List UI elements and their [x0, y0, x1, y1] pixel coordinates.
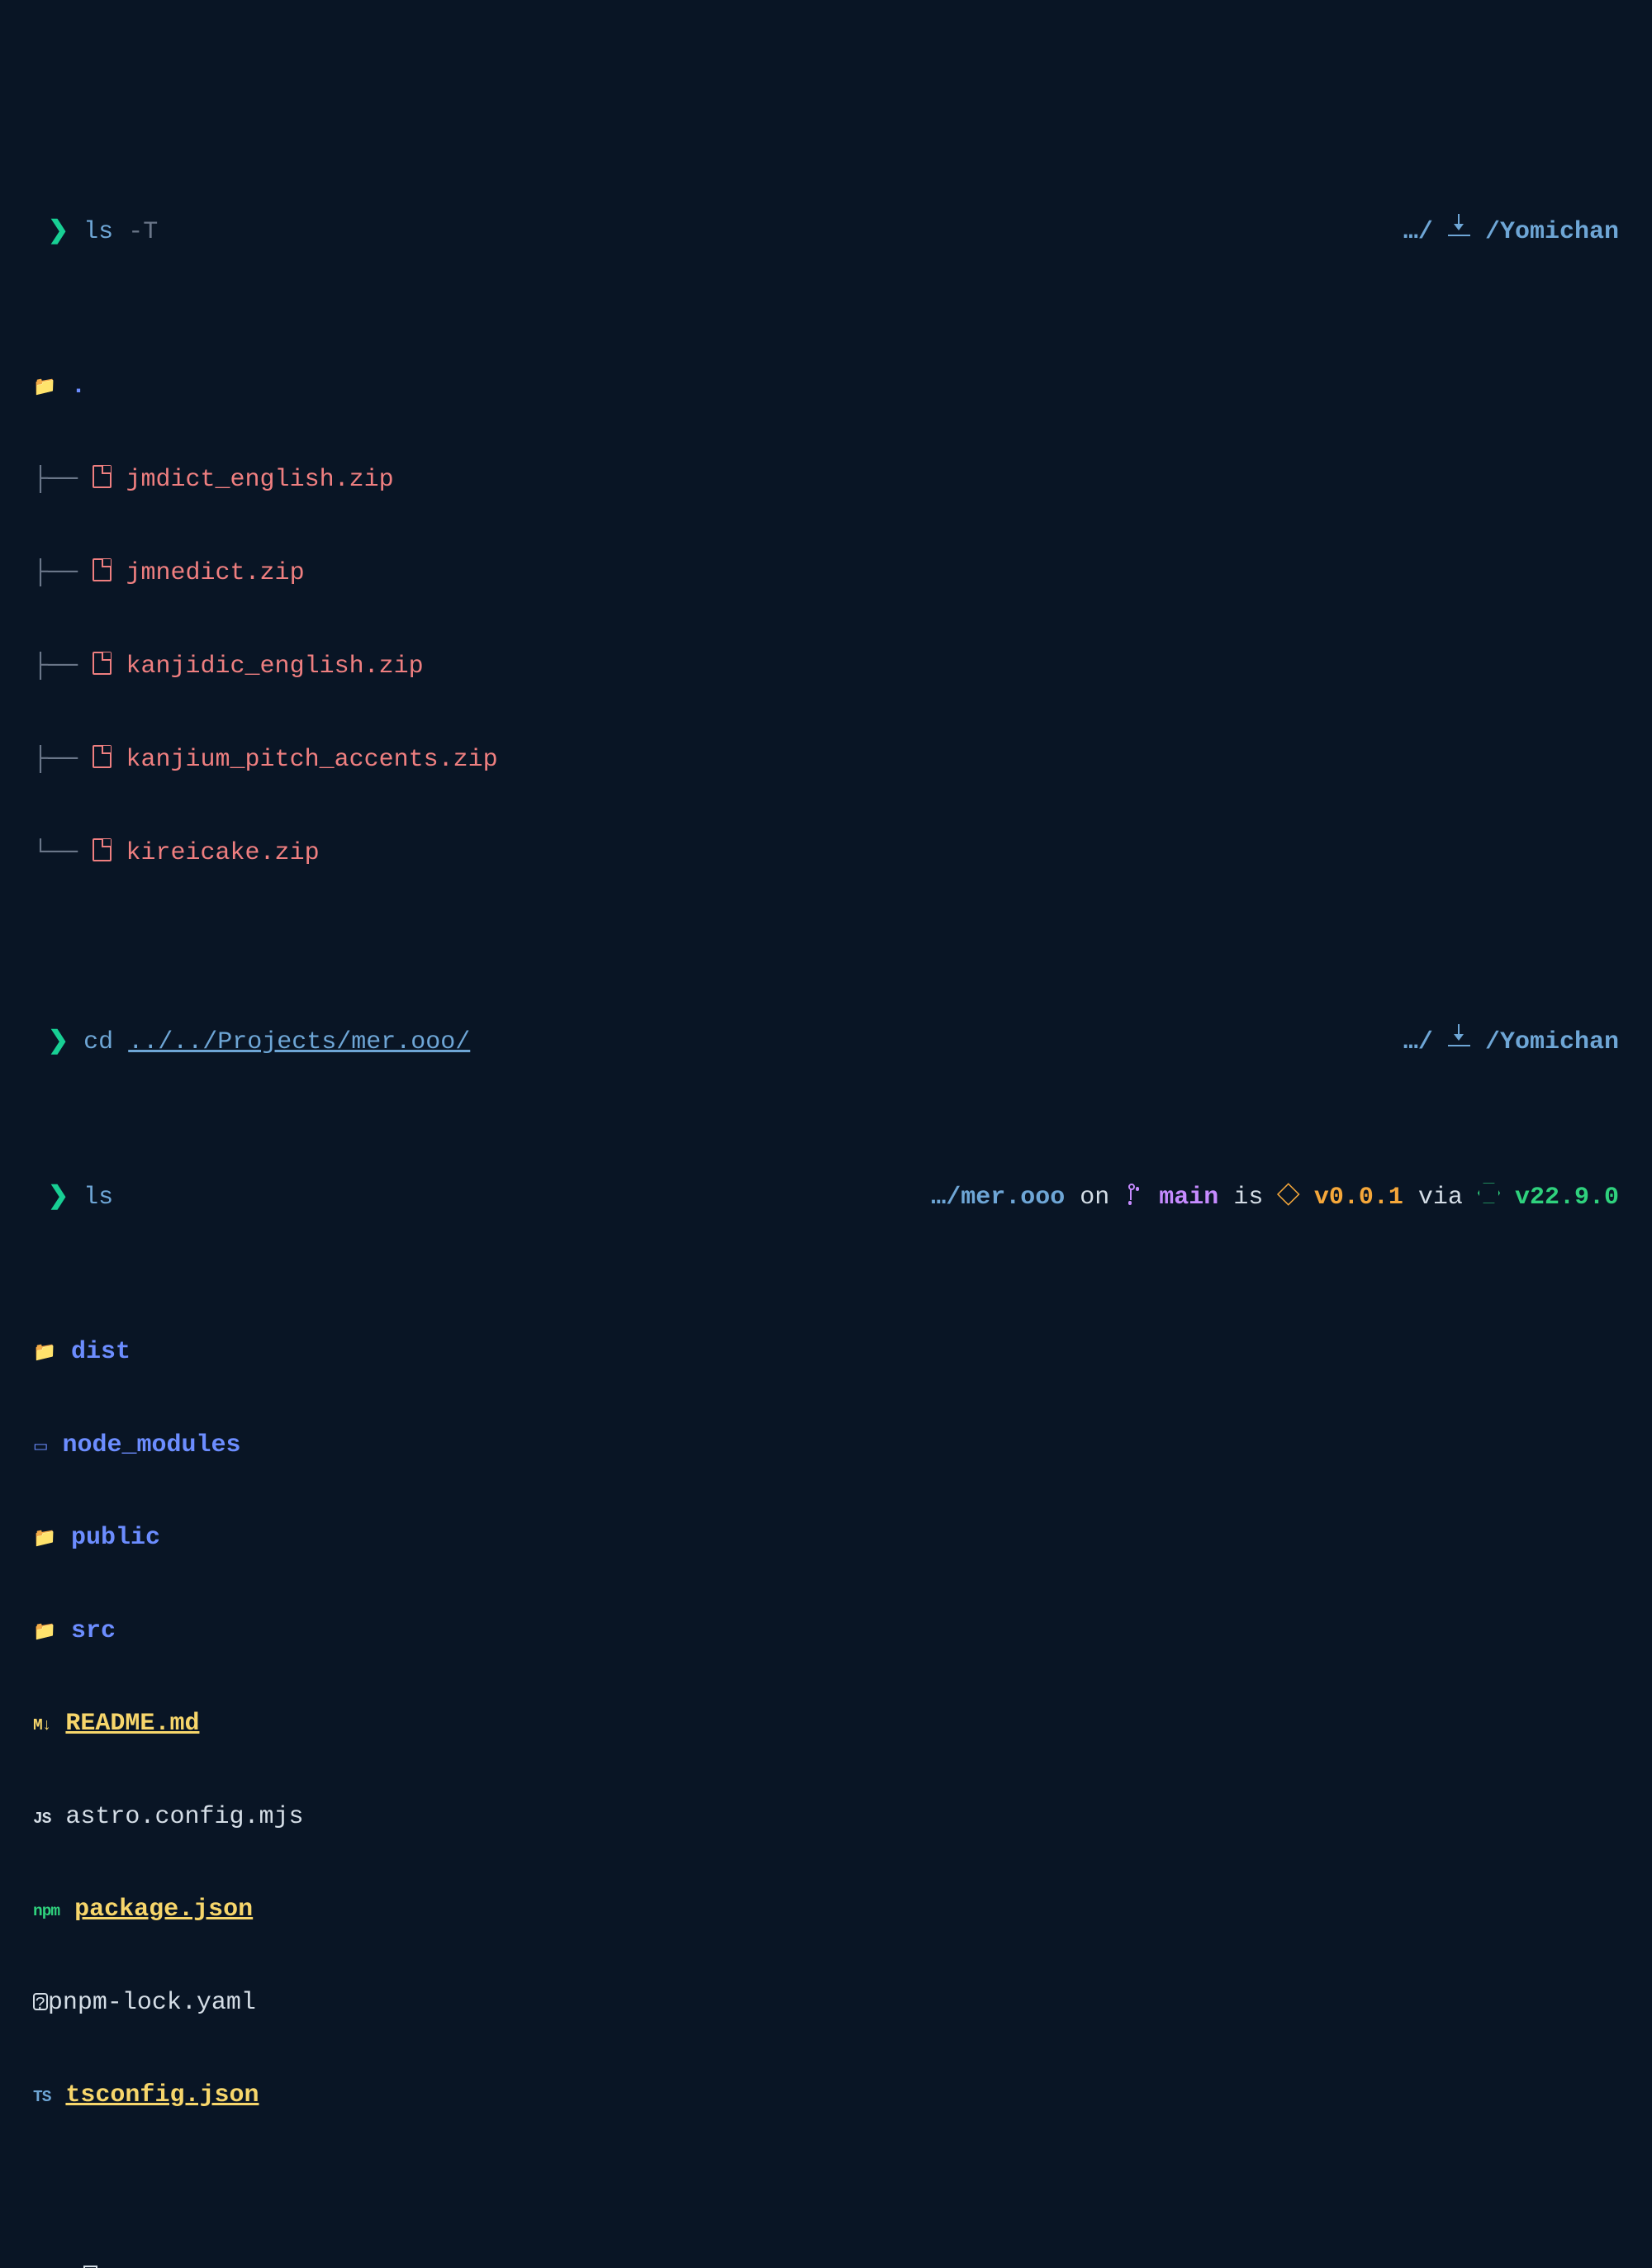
entry-name: src [71, 1616, 116, 1648]
status-via: via [1418, 1183, 1463, 1214]
command-ls[interactable]: ls [83, 1183, 113, 1214]
question-icon: ? [33, 1993, 48, 2010]
prompt-line-1: ❯ ls -T …/ /Yomichan [33, 213, 1619, 249]
node-modules-icon: ▭ [33, 1437, 47, 1457]
download-icon [1448, 1023, 1470, 1048]
entry-name: node_modules [62, 1431, 240, 1462]
list-item: ▭ node_modules [33, 1431, 1619, 1462]
ls-output: 📁 dist ▭ node_modules 📁 public 📁 src M↓ … [33, 1275, 1619, 2142]
list-item: ?pnpm-lock.yaml [33, 1988, 1619, 2019]
path-indicator: …/ /Yomichan [1403, 213, 1619, 249]
git-branch-icon [1124, 1181, 1144, 1206]
prompt-line-4: ❯ …/mer.ooo on main is v0.0.1 via v22.9.… [33, 2266, 1619, 2268]
download-icon [1448, 213, 1470, 238]
entry-name: tsconfig.json [65, 2081, 259, 2112]
entry-name: astro.config.mjs [65, 1802, 303, 1834]
list-item: npm package.json [33, 1895, 1619, 1926]
status-line: …/mer.ooo on main is v0.0.1 via v22.9.0 [931, 1181, 1619, 1214]
zip-icon [93, 745, 112, 769]
cd-path[interactable]: ../../Projects/mer.ooo/ [128, 1027, 470, 1059]
tree-file: kanjidic_english.zip [126, 652, 424, 683]
path-prefix: …/ [1403, 1027, 1433, 1059]
list-item: JS astro.config.mjs [33, 1802, 1619, 1834]
tree-file: kireicake.zip [126, 838, 320, 870]
entry-name: dist [71, 1337, 131, 1369]
zip-icon [93, 465, 112, 489]
npm-icon: npm [33, 1901, 59, 1921]
cursor[interactable] [83, 2266, 97, 2268]
path-dir: /Yomichan [1485, 1027, 1619, 1059]
prompt-arrow-icon: ❯ [48, 217, 69, 249]
js-icon: JS [33, 1809, 50, 1829]
prompt-line-2: ❯ cd ../../Projects/mer.ooo/ …/ /Yomicha… [33, 1023, 1619, 1059]
entry-name: README.md [65, 1709, 199, 1740]
list-item: 📁 src [33, 1616, 1619, 1648]
command-ls[interactable]: ls [83, 217, 113, 249]
tree-output: 📁 . ├── jmdict_english.zip ├── jmnedict.… [33, 310, 1619, 900]
node-icon [1478, 1182, 1500, 1204]
list-item: M↓ README.md [33, 1709, 1619, 1740]
package-icon [1278, 1184, 1299, 1205]
entry-name: package.json [74, 1895, 253, 1926]
status-is: is [1233, 1183, 1263, 1214]
git-branch: main [1159, 1183, 1218, 1214]
zip-icon [93, 838, 112, 862]
zip-icon [93, 652, 112, 676]
entry-name: pnpm-lock.yaml [48, 1988, 256, 2019]
tree-file: jmdict_english.zip [126, 465, 394, 496]
entry-name: public [71, 1523, 160, 1554]
path-dir: /Yomichan [1485, 217, 1619, 249]
tree-file: kanjium_pitch_accents.zip [126, 745, 498, 776]
prompt-arrow-icon: ❯ [48, 1183, 69, 1214]
list-item: 📁 public [33, 1523, 1619, 1554]
ts-icon: TS [33, 2087, 50, 2107]
path-indicator: …/ /Yomichan [1403, 1023, 1619, 1059]
package-version: v0.0.1 [1314, 1183, 1403, 1214]
tree-file: jmnedict.zip [126, 558, 305, 590]
command-arg: -T [128, 217, 158, 249]
status-path: …/mer.ooo [931, 1183, 1065, 1214]
folder-icon: 📁 [33, 1620, 56, 1644]
status-on: on [1080, 1183, 1109, 1214]
folder-icon: 📁 [33, 1341, 56, 1364]
folder-icon: 📁 [33, 1527, 56, 1550]
path-prefix: …/ [1403, 217, 1433, 249]
list-item: TS tsconfig.json [33, 2081, 1619, 2112]
md-icon: M↓ [33, 1715, 50, 1735]
node-version: v22.9.0 [1515, 1183, 1619, 1214]
folder-icon: 📁 [33, 376, 56, 399]
zip-icon [93, 558, 112, 582]
list-item: 📁 dist [33, 1337, 1619, 1369]
prompt-arrow-icon: ❯ [48, 1027, 69, 1059]
command-cd[interactable]: cd [83, 1027, 113, 1059]
tree-root: . [71, 372, 86, 403]
prompt-line-3: ❯ ls …/mer.ooo on main is v0.0.1 via v22… [33, 1181, 1619, 1214]
